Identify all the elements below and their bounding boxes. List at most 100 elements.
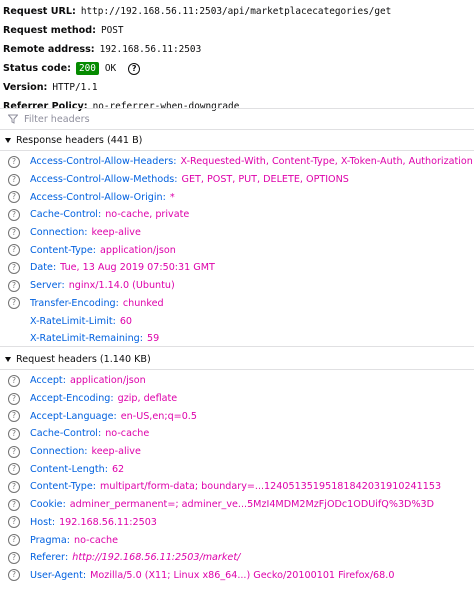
question-mark-circle-icon[interactable]: ?: [8, 279, 20, 292]
question-mark-circle-icon[interactable]: ?: [8, 155, 20, 168]
header-colon: :: [115, 297, 119, 309]
header-row[interactable]: ? Referer: http://192.168.56.11:2503/marke…: [0, 549, 474, 567]
header-row[interactable]: ? Host:192.168.56.11:2503: [0, 514, 474, 532]
header-row[interactable]: ? Access-Control-Allow-Headers: X-Requeste…: [0, 153, 474, 171]
question-mark-circle-icon[interactable]: ?: [8, 480, 20, 493]
header-value[interactable]: keep-alive: [92, 446, 141, 457]
header-colon: :: [61, 280, 65, 292]
header-row[interactable]: ? Accept-Encoding: gzip, deflate: [0, 390, 474, 408]
header-value[interactable]: GET, POST, PUT, DELETE, OPTIONS: [182, 174, 349, 185]
request-method-row: Request method: POST: [3, 21, 474, 40]
header-value[interactable]: 192.168.56.11:2503: [59, 517, 157, 528]
header-row[interactable]: ? Pragma: no-cache: [0, 531, 474, 549]
header-value[interactable]: http://192.168.56.11:2503/market/: [72, 552, 240, 563]
header-value[interactable]: X-Requested-With, Content-Type, X-Token-…: [180, 156, 472, 167]
request-method-label: Request method:: [3, 25, 96, 36]
header-row[interactable]: ? Transfer-Encoding: chunked: [0, 295, 474, 313]
question-mark-circle-icon[interactable]: ?: [8, 244, 20, 257]
header-row[interactable]: ? Cache-Control: no-cache: [0, 425, 474, 443]
header-value[interactable]: application/json: [70, 375, 146, 386]
header-value[interactable]: 59: [147, 333, 159, 344]
header-row[interactable]: ? Cache-Control: no-cache, private: [0, 206, 474, 224]
header-row[interactable]: ? Accept: application/json: [0, 372, 474, 390]
header-name: Date: [30, 262, 53, 274]
question-mark-circle-icon[interactable]: ?: [8, 410, 20, 423]
remote-address-label: Remote address:: [3, 44, 95, 55]
filter-headers-input[interactable]: Filter headers: [24, 114, 90, 125]
request-summary: Request URL: http://192.168.56.11:2503/a…: [0, 0, 474, 116]
header-row[interactable]: ? Accept-Language: en-US,en;q=0.5: [0, 407, 474, 425]
request-url-value[interactable]: http://192.168.56.11:2503/api/marketplac…: [81, 6, 391, 17]
question-mark-circle-icon[interactable]: ?: [8, 569, 20, 582]
question-mark-circle-icon[interactable]: ?: [8, 427, 20, 440]
header-value[interactable]: Tue, 13 Aug 2019 07:50:31 GMT: [60, 262, 215, 273]
header-value[interactable]: no-cache, private: [105, 209, 189, 220]
header-row[interactable]: ? Connection: keep-alive: [0, 224, 474, 242]
header-colon: :: [92, 244, 97, 256]
header-value[interactable]: gzip, deflate: [118, 393, 178, 404]
header-value[interactable]: 60: [120, 316, 132, 327]
header-row[interactable]: ? Content-Type: multipart/form-data; bound…: [0, 478, 474, 496]
header-value[interactable]: *: [170, 192, 175, 203]
header-value[interactable]: application/json: [100, 245, 176, 256]
filter-headers-bar[interactable]: Filter headers: [0, 108, 474, 130]
question-mark-circle-icon[interactable]: ?: [8, 191, 20, 204]
header-value[interactable]: 62: [112, 464, 124, 475]
header-colon: :: [62, 375, 66, 387]
header-value[interactable]: no-cache: [74, 535, 118, 546]
header-value[interactable]: adminer_permanent=; adminer_ve...5MzI4MD…: [70, 499, 434, 510]
header-name: Accept-Encoding: [30, 393, 111, 405]
question-mark-circle-icon[interactable]: ?: [8, 173, 20, 186]
header-colon: :: [162, 191, 166, 203]
header-row[interactable]: X-RateLimit-Limit:60: [0, 312, 474, 330]
header-colon: :: [66, 534, 70, 546]
question-mark-circle-icon[interactable]: ?: [8, 261, 20, 274]
header-row[interactable]: ? Access-Control-Allow-Methods: GET, POST,…: [0, 171, 474, 189]
header-row[interactable]: ? Server: nginx/1.14.0 (Ubuntu): [0, 277, 474, 295]
request-url-row: Request URL: http://192.168.56.11:2503/a…: [3, 2, 474, 21]
question-mark-circle-icon[interactable]: ?: [8, 374, 20, 387]
header-value[interactable]: chunked: [123, 298, 164, 309]
question-mark-circle-icon[interactable]: ?: [8, 208, 20, 221]
question-mark-circle-icon[interactable]: ?: [8, 551, 20, 564]
header-row[interactable]: ? User-Agent: Mozilla/5.0 (X11; Linux x86_…: [0, 567, 474, 585]
header-row[interactable]: ? Date: Tue, 13 Aug 2019 07:50:31 GMT: [0, 259, 474, 277]
question-mark-circle-icon[interactable]: ?: [8, 534, 20, 547]
header-row[interactable]: ? Content-Length:62: [0, 460, 474, 478]
request-headers-toggle[interactable]: Request headers (1.140 KB): [0, 350, 474, 370]
question-mark-circle-icon: [8, 333, 20, 345]
header-row[interactable]: ? Access-Control-Allow-Origin: *: [0, 188, 474, 206]
header-colon: :: [51, 516, 56, 528]
status-code-badge: 200: [75, 62, 99, 75]
header-value[interactable]: nginx/1.14.0 (Ubuntu): [69, 280, 175, 291]
question-mark-circle-icon[interactable]: ?: [8, 498, 20, 511]
question-mark-circle-icon[interactable]: ?: [8, 516, 20, 529]
header-row[interactable]: ? Connection: keep-alive: [0, 443, 474, 461]
header-row[interactable]: ? Cookie: adminer_permanent=; adminer_ve..…: [0, 496, 474, 514]
header-name: Connection: [30, 227, 85, 239]
question-mark-circle-icon[interactable]: ?: [8, 392, 20, 405]
header-name: Accept: [30, 375, 63, 387]
header-name: Access-Control-Allow-Methods: [30, 174, 175, 186]
response-headers-toggle[interactable]: Response headers (441 B): [0, 131, 474, 151]
triangle-down-icon: [5, 357, 11, 362]
request-headers-list: ? Accept: application/json? Accept-Encoding…: [0, 372, 474, 584]
header-value[interactable]: multipart/form-data; boundary=...1240513…: [100, 481, 441, 492]
question-mark-circle-icon[interactable]: ?: [128, 62, 141, 75]
header-value[interactable]: no-cache: [105, 428, 149, 439]
header-row[interactable]: ? Content-Type: application/json: [0, 241, 474, 259]
header-colon: :: [113, 410, 117, 422]
header-colon: :: [97, 209, 102, 221]
header-row[interactable]: X-RateLimit-Remaining:59: [0, 330, 474, 348]
question-mark-circle-icon[interactable]: ?: [8, 463, 20, 476]
question-mark-circle-icon[interactable]: ?: [8, 297, 20, 310]
header-value[interactable]: en-US,en;q=0.5: [121, 411, 197, 422]
header-value[interactable]: keep-alive: [92, 227, 141, 238]
triangle-down-icon: [5, 138, 11, 143]
header-colon: :: [97, 428, 102, 440]
question-mark-circle-icon[interactable]: ?: [8, 445, 20, 458]
header-colon: :: [173, 156, 177, 168]
header-colon: :: [52, 262, 57, 274]
header-value[interactable]: Mozilla/5.0 (X11; Linux x86_64...) Gecko…: [90, 570, 394, 581]
question-mark-circle-icon[interactable]: ?: [8, 226, 20, 239]
